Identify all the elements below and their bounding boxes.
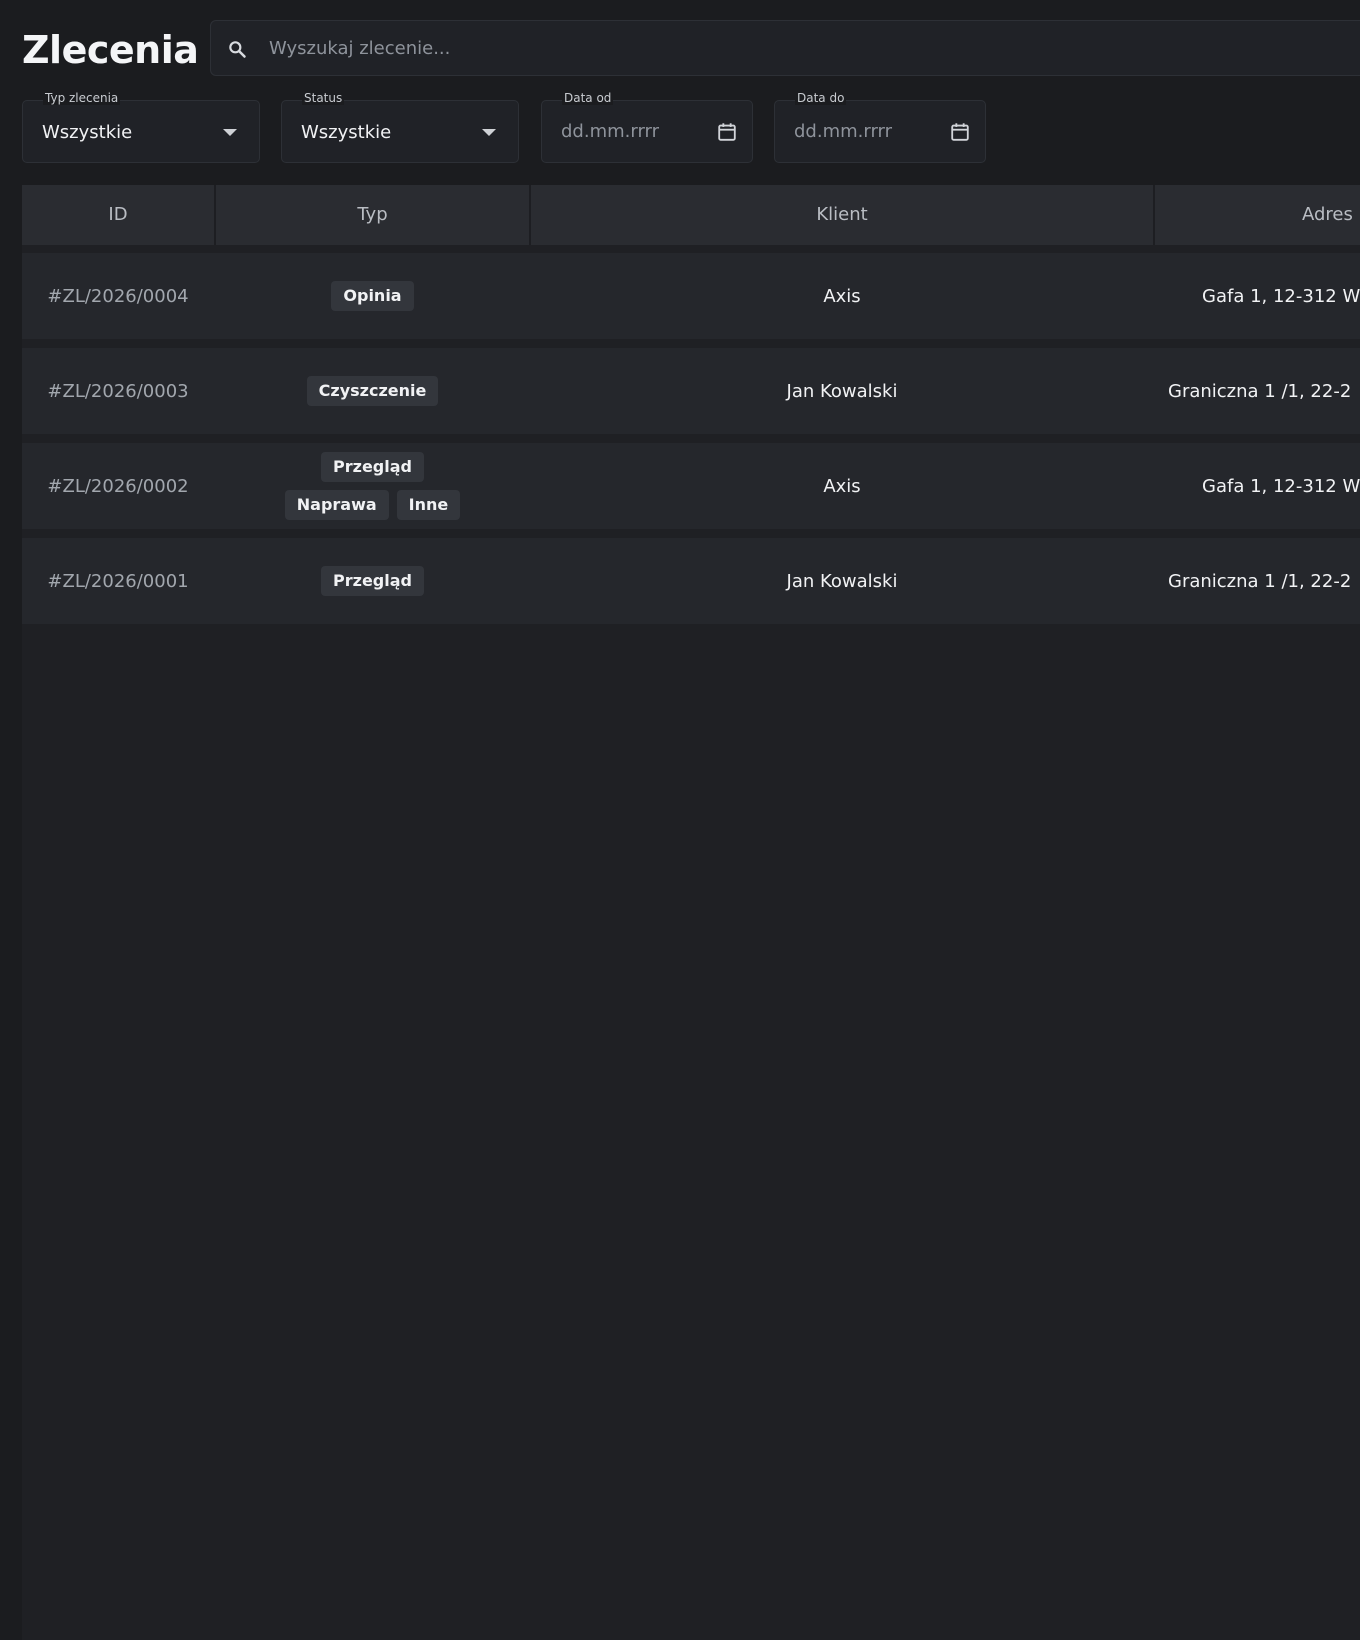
chevron-down-icon <box>223 129 237 136</box>
column-header-client[interactable]: Klient <box>531 185 1153 245</box>
order-type-cell: Przegląd <box>216 538 529 624</box>
table-header: ID Typ Klient Adres <box>22 185 1360 245</box>
orders-table: ID Typ Klient Adres #ZL/2026/0004 Opinia… <box>22 185 1360 1640</box>
client-name: Axis <box>823 285 861 307</box>
client-name: Jan Kowalski <box>786 570 898 592</box>
order-type-tag: Inne <box>396 490 461 520</box>
address: Gafa 1, 12-312 W <box>1202 475 1360 497</box>
table-row[interactable]: #ZL/2026/0004 Opinia Axis Gafa 1, 12-312… <box>22 253 1360 339</box>
calendar-icon[interactable] <box>716 121 738 143</box>
calendar-icon[interactable] <box>949 121 971 143</box>
status-label: Status <box>302 91 345 105</box>
date-from-placeholder: dd.mm.rrrr <box>561 121 660 142</box>
column-header-address[interactable]: Adres <box>1155 185 1360 245</box>
order-type-tag: Naprawa <box>284 490 389 520</box>
address: Gafa 1, 12-312 W <box>1202 285 1360 307</box>
search-icon <box>229 41 246 58</box>
date-from-field[interactable]: Data od dd.mm.rrrr <box>541 91 753 163</box>
order-type-tag: Czyszczenie <box>306 376 439 406</box>
date-to-label: Data do <box>795 91 847 105</box>
order-id: #ZL/2026/0003 <box>47 380 189 402</box>
date-to-placeholder: dd.mm.rrrr <box>794 121 893 142</box>
client-name: Axis <box>823 475 861 497</box>
table-row[interactable]: #ZL/2026/0002 Przegląd Naprawa Inne Axis… <box>22 443 1360 529</box>
order-type-label: Typ zlecenia <box>43 91 121 105</box>
order-id: #ZL/2026/0004 <box>47 285 189 307</box>
date-from-label: Data od <box>562 91 614 105</box>
order-type-tag: Przegląd <box>321 566 424 596</box>
order-type-tag: Opinia <box>331 281 414 311</box>
search-box[interactable] <box>210 20 1360 76</box>
column-header-type[interactable]: Typ <box>216 185 529 245</box>
table-row[interactable]: #ZL/2026/0001 Przegląd Jan Kowalski Gran… <box>22 538 1360 624</box>
client-name: Jan Kowalski <box>786 380 898 402</box>
status-value: Wszystkie <box>301 122 392 143</box>
order-type-tag: Przegląd <box>321 452 424 482</box>
address: Graniczna 1 /1, 22-2 <box>1168 380 1352 402</box>
search-input[interactable] <box>269 21 1359 75</box>
order-type-cell: Czyszczenie <box>216 348 529 434</box>
table-row[interactable]: #ZL/2026/0003 Czyszczenie Jan Kowalski G… <box>22 348 1360 434</box>
order-type-value: Wszystkie <box>42 122 133 143</box>
page-title: Zlecenia <box>22 28 199 72</box>
order-id: #ZL/2026/0001 <box>47 570 189 592</box>
order-id: #ZL/2026/0002 <box>47 475 189 497</box>
date-to-field[interactable]: Data do dd.mm.rrrr <box>774 91 986 163</box>
column-header-id[interactable]: ID <box>22 185 214 245</box>
order-type-cell: Opinia <box>216 253 529 339</box>
chevron-down-icon <box>482 129 496 136</box>
order-type-cell: Przegląd Naprawa Inne <box>216 443 529 529</box>
address: Graniczna 1 /1, 22-2 <box>1168 570 1352 592</box>
order-type-select[interactable]: Typ zlecenia Wszystkie <box>22 91 260 163</box>
status-select[interactable]: Status Wszystkie <box>281 91 519 163</box>
